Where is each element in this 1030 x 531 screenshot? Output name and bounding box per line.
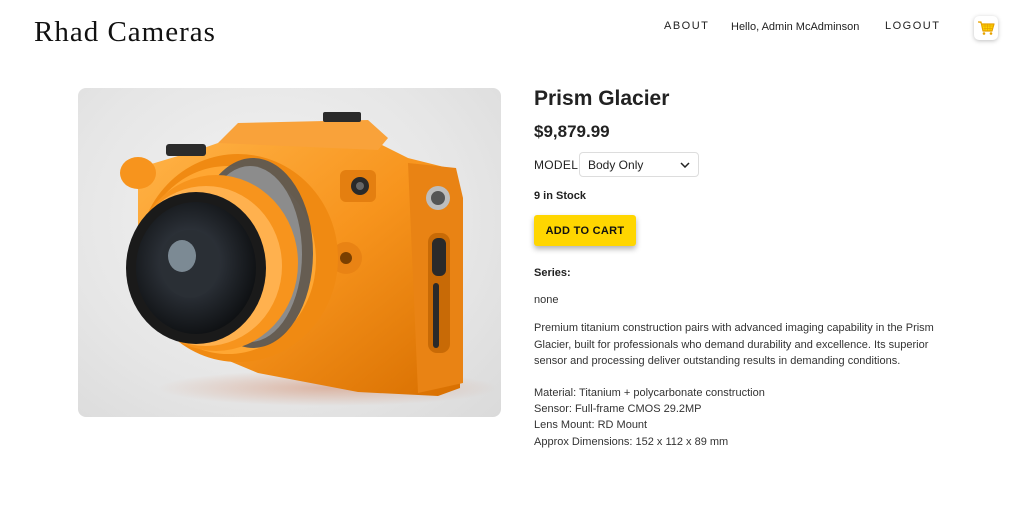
cart-button[interactable] [974, 16, 998, 40]
product-specs: Material: Titanium + polycarbonate const… [534, 385, 765, 450]
user-greeting: Hello, Admin McAdminson [731, 21, 860, 33]
series-label: Series: [534, 267, 571, 279]
product-title: Prism Glacier [534, 87, 670, 110]
product-description: Premium titanium construction pairs with… [534, 322, 934, 367]
model-label: MODEL: [534, 158, 582, 172]
shopping-cart-icon [978, 21, 995, 35]
site-logo[interactable]: Rhad Cameras [34, 16, 216, 49]
camera-image [120, 112, 498, 406]
chevron-down-icon [680, 161, 690, 168]
spec-material: Material: Titanium + polycarbonate const… [534, 387, 765, 399]
product-image [78, 88, 501, 417]
product-price: $9,879.99 [534, 122, 610, 141]
series-value: none [534, 294, 559, 306]
spec-lens-mount: Lens Mount: RD Mount [534, 419, 648, 432]
model-selected-value: Body Only [588, 157, 644, 172]
nav-about-link[interactable]: ABOUT [664, 20, 709, 32]
add-to-cart-button[interactable]: ADD TO CART [534, 215, 636, 246]
stock-status: 9 in Stock [534, 190, 586, 202]
spec-dimensions: Approx Dimensions: 152 x 112 x 89 mm [534, 435, 729, 448]
spec-sensor: Sensor: Full-frame CMOS 29.2MP [534, 403, 702, 416]
model-select[interactable]: Body Only [579, 152, 699, 177]
nav-logout-link[interactable]: LOGOUT [885, 20, 940, 32]
